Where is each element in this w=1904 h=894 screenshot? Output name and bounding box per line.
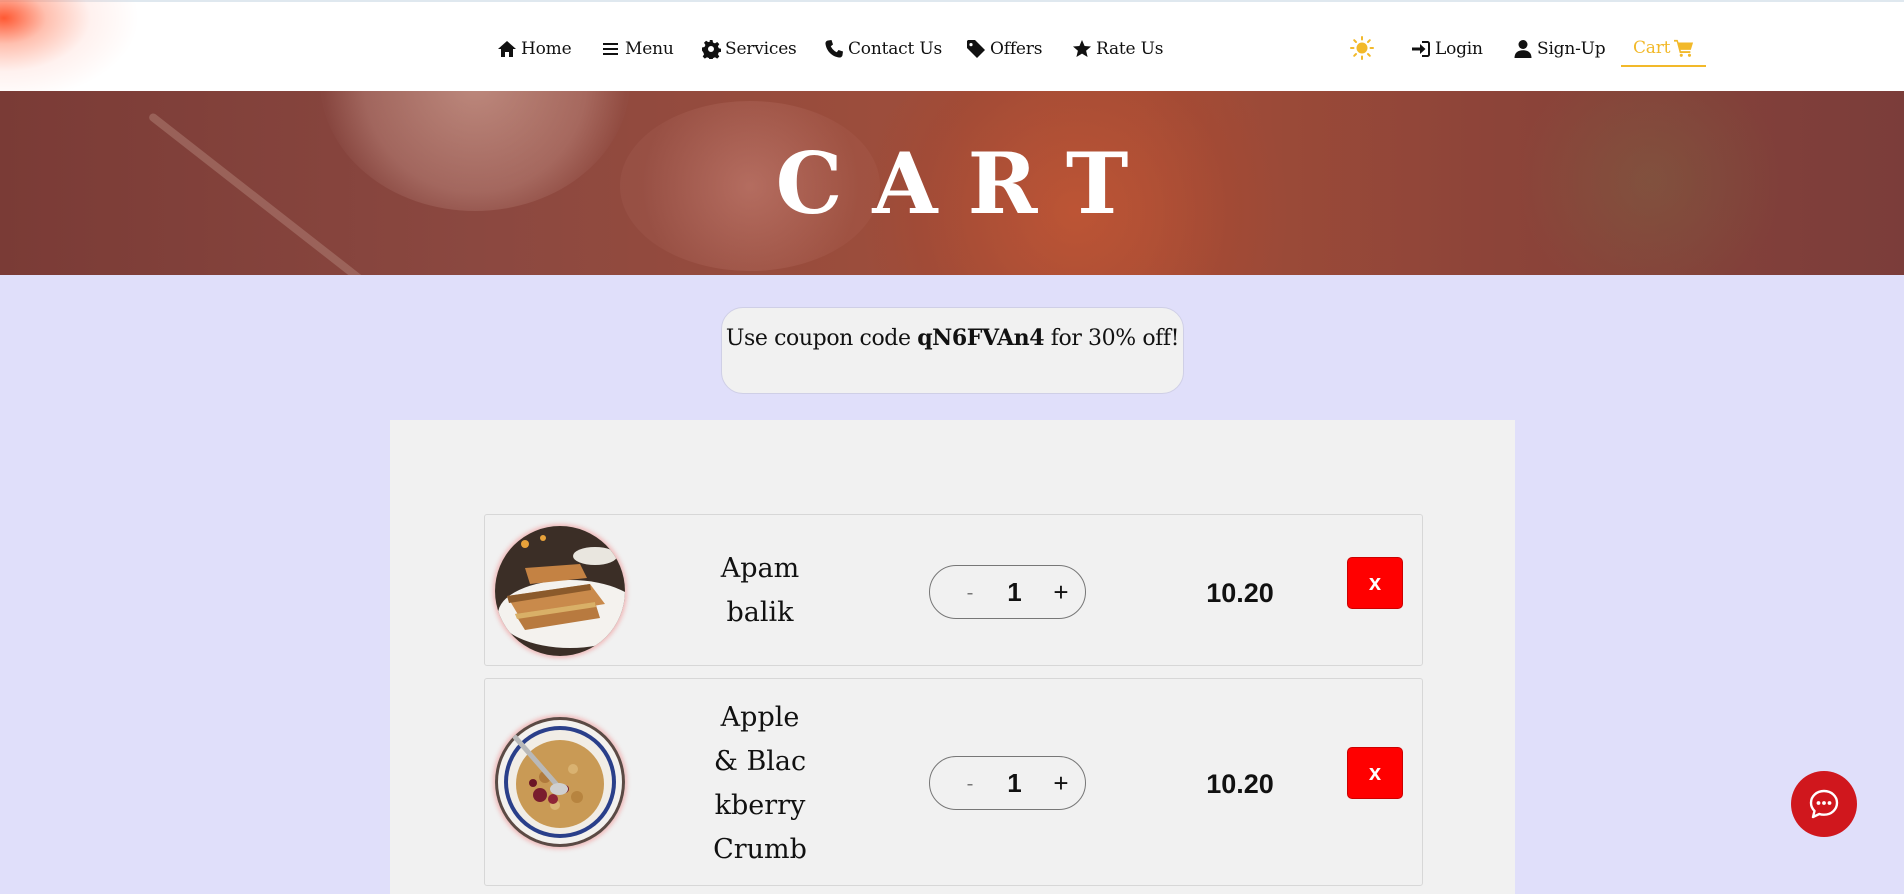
tag-icon xyxy=(967,40,985,58)
remove-item-button[interactable]: x xyxy=(1347,557,1403,609)
nav-rate-us[interactable]: Rate Us xyxy=(1072,38,1163,60)
remove-item-button[interactable]: x xyxy=(1347,747,1403,799)
item-price: 10.20 xyxy=(1206,769,1274,799)
nav-home-label: Home xyxy=(521,39,572,59)
navbar: Home Menu Services Contact Us Offers Rat… xyxy=(0,0,1904,102)
nav-services[interactable]: Services xyxy=(701,38,797,60)
increase-quantity-button[interactable]: + xyxy=(1049,577,1073,608)
nav-login[interactable]: Login xyxy=(1411,38,1483,60)
item-price: 10.20 xyxy=(1206,578,1274,608)
nav-contact-label: Contact Us xyxy=(848,39,942,59)
gear-icon xyxy=(702,40,721,59)
nav-menu[interactable]: Menu xyxy=(601,38,674,60)
sign-in-icon xyxy=(1412,41,1430,57)
coupon-suffix: for 30% off! xyxy=(1044,326,1180,351)
nav-cart-label: Cart xyxy=(1633,38,1671,58)
item-image xyxy=(495,526,625,656)
home-icon xyxy=(498,41,516,57)
coupon-prefix: Use coupon code xyxy=(725,326,918,351)
decrease-quantity-button[interactable]: - xyxy=(960,771,980,795)
increase-quantity-button[interactable]: + xyxy=(1049,768,1073,799)
nav-home[interactable]: Home xyxy=(497,38,572,60)
corner-glow xyxy=(0,0,140,102)
nav-rate-us-label: Rate Us xyxy=(1096,39,1164,59)
star-icon xyxy=(1073,40,1091,57)
chat-icon xyxy=(1809,789,1839,819)
cart-icon xyxy=(1674,39,1694,57)
theme-toggle[interactable] xyxy=(1350,36,1374,60)
quantity-stepper: - 1 + xyxy=(929,565,1086,619)
nav-menu-label: Menu xyxy=(625,39,674,59)
quantity-stepper: - 1 + xyxy=(929,756,1086,810)
nav-login-label: Login xyxy=(1435,39,1483,59)
nav-signup[interactable]: Sign-Up xyxy=(1513,38,1606,60)
nav-contact[interactable]: Contact Us xyxy=(824,38,942,60)
item-name: Apple & Blackberry Crumble xyxy=(713,702,807,865)
cart-item: Apple & Blackberry Crumble - 1 + 10.20 x xyxy=(484,678,1423,886)
bars-icon xyxy=(603,43,618,55)
item-image xyxy=(495,717,625,847)
cart-panel: Apam balik - 1 + 10.20 x Apple & Blackbe… xyxy=(390,420,1515,894)
sun-icon xyxy=(1350,36,1374,60)
cart-item: Apam balik - 1 + 10.20 x xyxy=(484,514,1423,666)
nav-offers-label: Offers xyxy=(990,39,1043,59)
quantity-value: 1 xyxy=(1007,576,1022,607)
nav-cart[interactable]: Cart xyxy=(1621,37,1707,67)
page-title: CART xyxy=(775,134,1159,233)
coupon-code: qN6FVAn4 xyxy=(917,325,1045,351)
nav-offers[interactable]: Offers xyxy=(966,38,1042,60)
chat-button[interactable] xyxy=(1791,771,1857,837)
quantity-value: 1 xyxy=(1007,767,1022,798)
decrease-quantity-button[interactable]: - xyxy=(960,580,980,604)
nav-signup-label: Sign-Up xyxy=(1537,39,1606,59)
hero-banner: CART xyxy=(0,91,1904,275)
user-icon xyxy=(1514,40,1532,58)
item-name: Apam balik xyxy=(720,553,800,628)
coupon-banner: Use coupon code qN6FVAn4 for 30% off! xyxy=(721,307,1184,394)
nav-services-label: Services xyxy=(725,39,797,59)
phone-icon xyxy=(825,40,843,58)
